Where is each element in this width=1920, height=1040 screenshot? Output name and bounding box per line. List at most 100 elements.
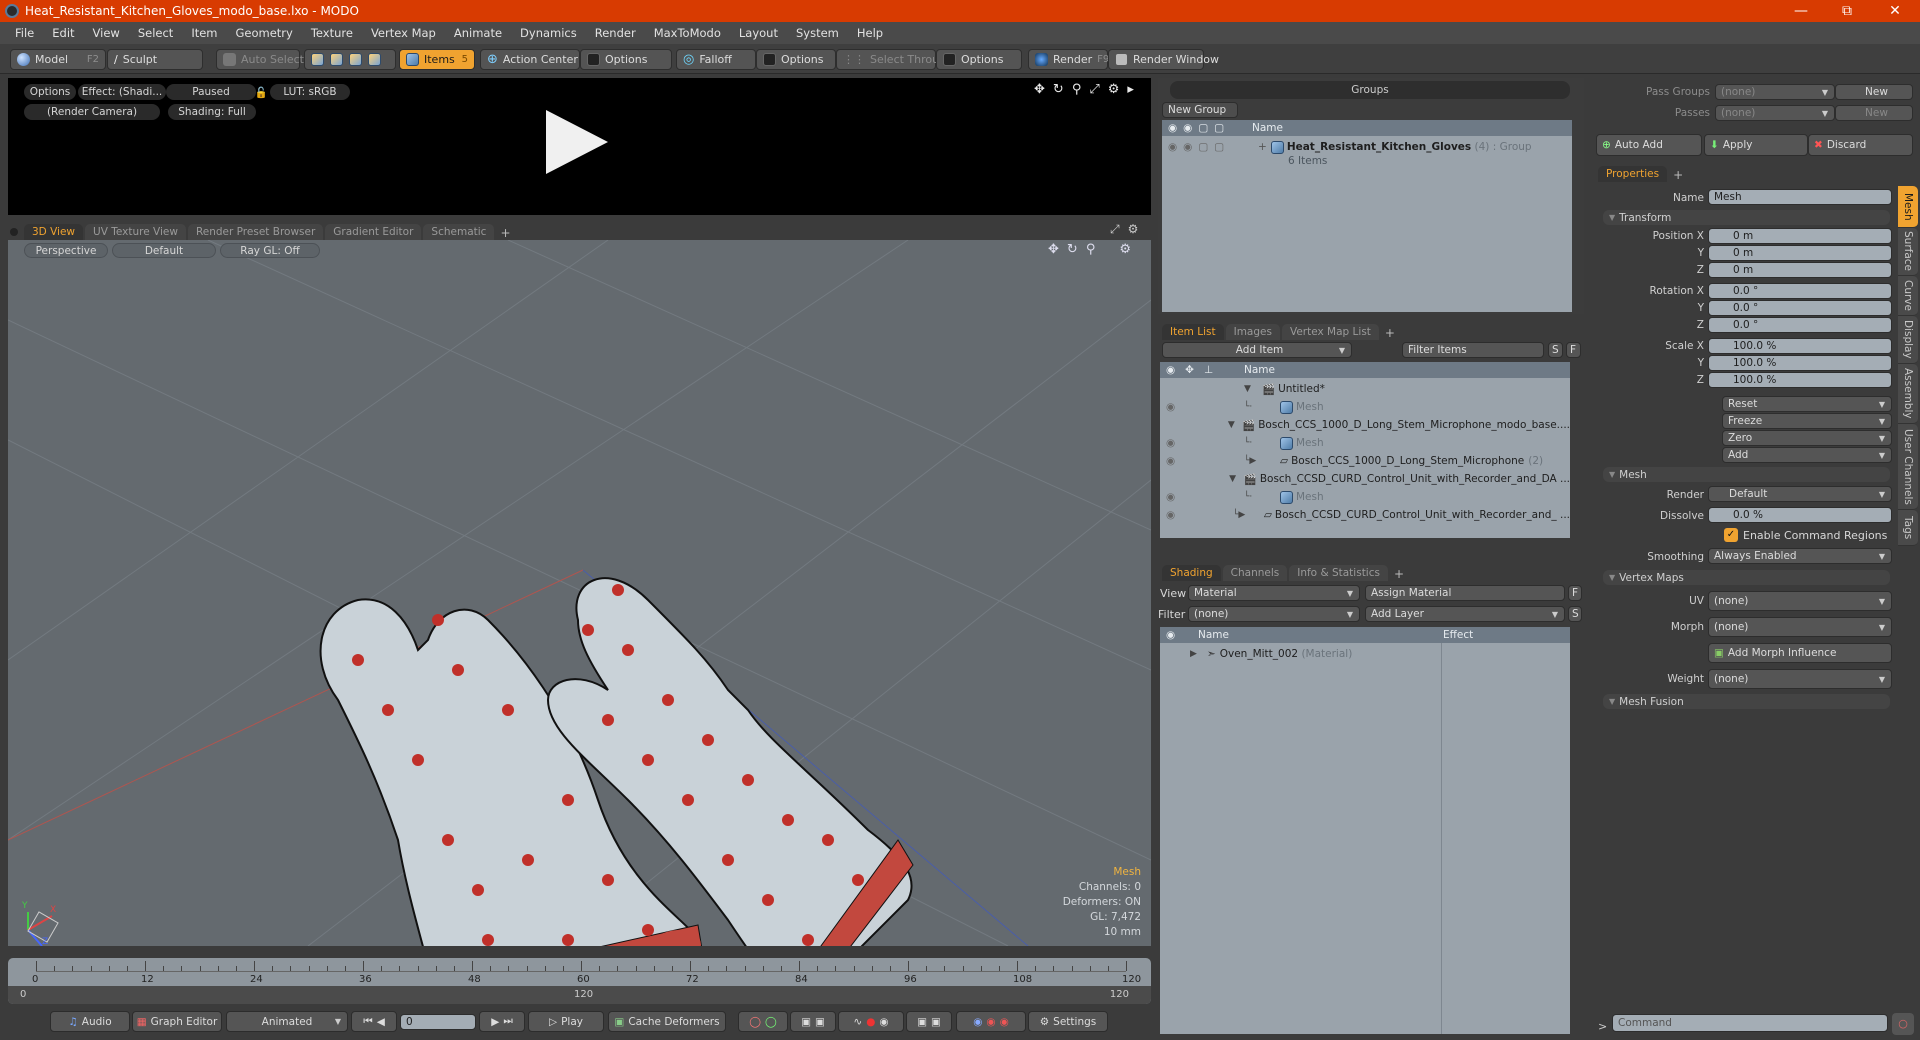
add-tab-icon[interactable]: + [1669, 168, 1687, 182]
rotation-y-input[interactable]: 0.0 ° [1708, 300, 1892, 316]
play-preview-icon[interactable] [546, 110, 608, 174]
uv-dropdown[interactable]: (none) ▼ [1708, 591, 1892, 611]
cache-deformers-button[interactable]: ▣ Cache Deformers [608, 1011, 726, 1032]
tab-render-preset-browser[interactable]: Render Preset Browser [187, 224, 324, 240]
skip-to-start-icon[interactable]: ⏮ [363, 1015, 372, 1028]
add-tab-icon[interactable]: + [496, 226, 514, 240]
key-up-icon[interactable]: ◯ [749, 1016, 761, 1028]
rotation-x-input[interactable]: 0.0 ° [1708, 283, 1892, 299]
tree-branch-icon[interactable]: ▼ [1229, 474, 1244, 484]
vertices-mode-icon[interactable] [311, 53, 324, 66]
menu-file[interactable]: File [6, 26, 43, 40]
tab-3d-view[interactable]: 3D View [24, 224, 84, 240]
eye-icon[interactable]: ◉ [1160, 491, 1244, 503]
record-macro-icon[interactable]: ○ [1892, 1013, 1914, 1035]
filter-items-input[interactable]: Filter Items [1402, 342, 1544, 358]
play-button[interactable]: ▷ Play [528, 1011, 604, 1032]
position-x-input[interactable]: 0 m [1708, 228, 1892, 244]
morph-dropdown[interactable]: (none) ▼ [1708, 617, 1892, 637]
add-item-dropdown[interactable]: Add Item ▼ [1162, 342, 1352, 358]
auto-key-icon[interactable]: ◉ [879, 1016, 888, 1028]
item-list-row[interactable]: ▼ 🎬 Bosch_CCS_1000_D_Long_Stem_Microphone_… [1160, 416, 1570, 434]
add-dropdown[interactable]: Add ▼ [1722, 447, 1892, 463]
pass-groups-dropdown[interactable]: (none) ▼ [1715, 84, 1835, 100]
new-pass-button[interactable]: New [1835, 105, 1913, 121]
preview-paused-toggle[interactable]: Paused [166, 84, 256, 100]
new-group-button[interactable]: New Group [1162, 102, 1238, 118]
step-forward-icon[interactable]: ▶ [491, 1016, 499, 1028]
key-tool-b-icon[interactable]: ◉ [986, 1016, 995, 1028]
name-input[interactable]: Mesh [1708, 189, 1892, 205]
materials-mode-icon[interactable] [368, 53, 381, 66]
lut-dropdown[interactable]: LUT: sRGB [270, 84, 350, 100]
graph-editor-button[interactable]: ▦ Graph Editor [132, 1011, 222, 1032]
timeline[interactable]: 0 120 120 0 12 24 36 48 60 72 84 96 108 120 [8, 958, 1151, 1004]
jump-prev-icon[interactable]: ▣ [917, 1016, 927, 1028]
menu-geometry[interactable]: Geometry [227, 26, 302, 40]
render-camera-dropdown[interactable]: (Render Camera) [24, 104, 160, 120]
prev-key-icon[interactable]: ▣ [801, 1016, 811, 1028]
3d-viewport[interactable]: Y X Z Perspective Default Ray GL: Off ✥ … [8, 240, 1151, 946]
polygons-mode-icon[interactable] [349, 53, 362, 66]
curve-icon[interactable]: ∿ [853, 1016, 862, 1028]
menu-help[interactable]: Help [848, 26, 892, 40]
items-mode-button[interactable]: Items 5 [399, 49, 475, 70]
tab-schematic[interactable]: Schematic [423, 224, 495, 240]
group-visibility-icons[interactable]: ◉◉▢▢ [1162, 141, 1258, 153]
falloff-button[interactable]: ◎ Falloff [676, 49, 756, 70]
rotate-icon[interactable]: ↻ [1067, 242, 1078, 257]
record-icon[interactable]: ● [866, 1016, 875, 1028]
material-row[interactable]: ▶ ➣ Oven_Mitt_002 (Material) [1160, 645, 1440, 663]
maximize-icon[interactable]: ⤢ [1110, 222, 1120, 237]
zoom-icon[interactable]: ⚲ [1086, 242, 1096, 257]
pan-icon[interactable]: ✥ [1034, 82, 1045, 97]
tree-branch-icon[interactable]: ▼ [1244, 384, 1262, 394]
smoothing-dropdown[interactable]: Always Enabled ▼ [1708, 548, 1892, 564]
menu-maxtomodo[interactable]: MaxToModo [645, 26, 730, 40]
side-tab-user-channels[interactable]: User Channels [1898, 424, 1918, 510]
apply-button[interactable]: ⬇ Apply [1704, 134, 1808, 156]
command-regions-checkbox[interactable]: ✓ [1724, 528, 1738, 542]
key-tool-buttons[interactable]: ◉ ◉ ◉ [956, 1011, 1026, 1032]
key-tool-a-icon[interactable]: ◉ [973, 1016, 982, 1028]
side-tab-mesh[interactable]: Mesh [1898, 186, 1918, 228]
tab-properties[interactable]: Properties [1598, 166, 1668, 182]
item-list-row[interactable]: ▼ 🎬 Bosch_CCSD_CURD_Control_Unit_with_Reco… [1160, 470, 1570, 488]
item-list-row[interactable]: ▼ 🎬 Untitled* [1160, 380, 1570, 398]
preview-options-button[interactable]: Options [24, 84, 76, 100]
current-frame-input[interactable]: 0 [400, 1014, 476, 1030]
add-tab-icon[interactable]: + [1390, 567, 1408, 581]
mesh-section[interactable]: ▼ Mesh [1603, 467, 1890, 482]
freeze-dropdown[interactable]: Freeze ▼ [1722, 413, 1892, 429]
shading-style-dropdown[interactable]: Default [112, 243, 216, 258]
shading-dropdown[interactable]: Shading: Full [168, 104, 256, 120]
animated-dropdown[interactable]: Animated ▼ [226, 1011, 348, 1032]
key-jump-buttons[interactable]: ▣ ▣ [906, 1011, 952, 1032]
select-through-options-button[interactable]: Options [936, 49, 1022, 70]
tree-branch-icon[interactable]: ▼ [1228, 420, 1242, 430]
tab-gradient-editor[interactable]: Gradient Editor [325, 224, 422, 240]
range-bar[interactable]: 0 120 120 [8, 986, 1151, 1004]
position-z-input[interactable]: 0 m [1708, 262, 1892, 278]
scale-x-input[interactable]: 100.0 % [1708, 338, 1892, 354]
sculpt-mode-button[interactable]: ∕ Sculpt [107, 49, 203, 70]
menu-vertex-map[interactable]: Vertex Map [362, 26, 445, 40]
step-back-icon[interactable]: ◀ [377, 1016, 385, 1028]
s-button[interactable]: S [1568, 606, 1582, 622]
audio-button[interactable]: ♫ Audio [50, 1011, 130, 1032]
transform-section[interactable]: ▼ Transform [1603, 210, 1890, 225]
eye-icon[interactable]: ◉ [1160, 437, 1244, 449]
tab-item-list[interactable]: Item List [1162, 324, 1224, 340]
dissolve-input[interactable]: 0.0 % [1708, 507, 1892, 523]
weight-dropdown[interactable]: (none) ▼ [1708, 669, 1892, 689]
menu-animate[interactable]: Animate [445, 26, 511, 40]
menu-edit[interactable]: Edit [43, 26, 83, 40]
menu-texture[interactable]: Texture [302, 26, 362, 40]
key-buttons[interactable]: ◯ ◯ [738, 1011, 788, 1032]
new-pass-group-button[interactable]: New [1835, 84, 1913, 100]
expand-arrow-icon[interactable]: ▶ [1190, 649, 1197, 659]
item-list-row[interactable]: ◉ └▶ ▱ Bosch_CCSD_CURD_Control_Unit_with_Re… [1160, 506, 1570, 524]
menu-dynamics[interactable]: Dynamics [511, 26, 586, 40]
f-button[interactable]: F [1568, 585, 1582, 601]
item-list-row[interactable]: ◉ └· Mesh [1160, 434, 1570, 452]
